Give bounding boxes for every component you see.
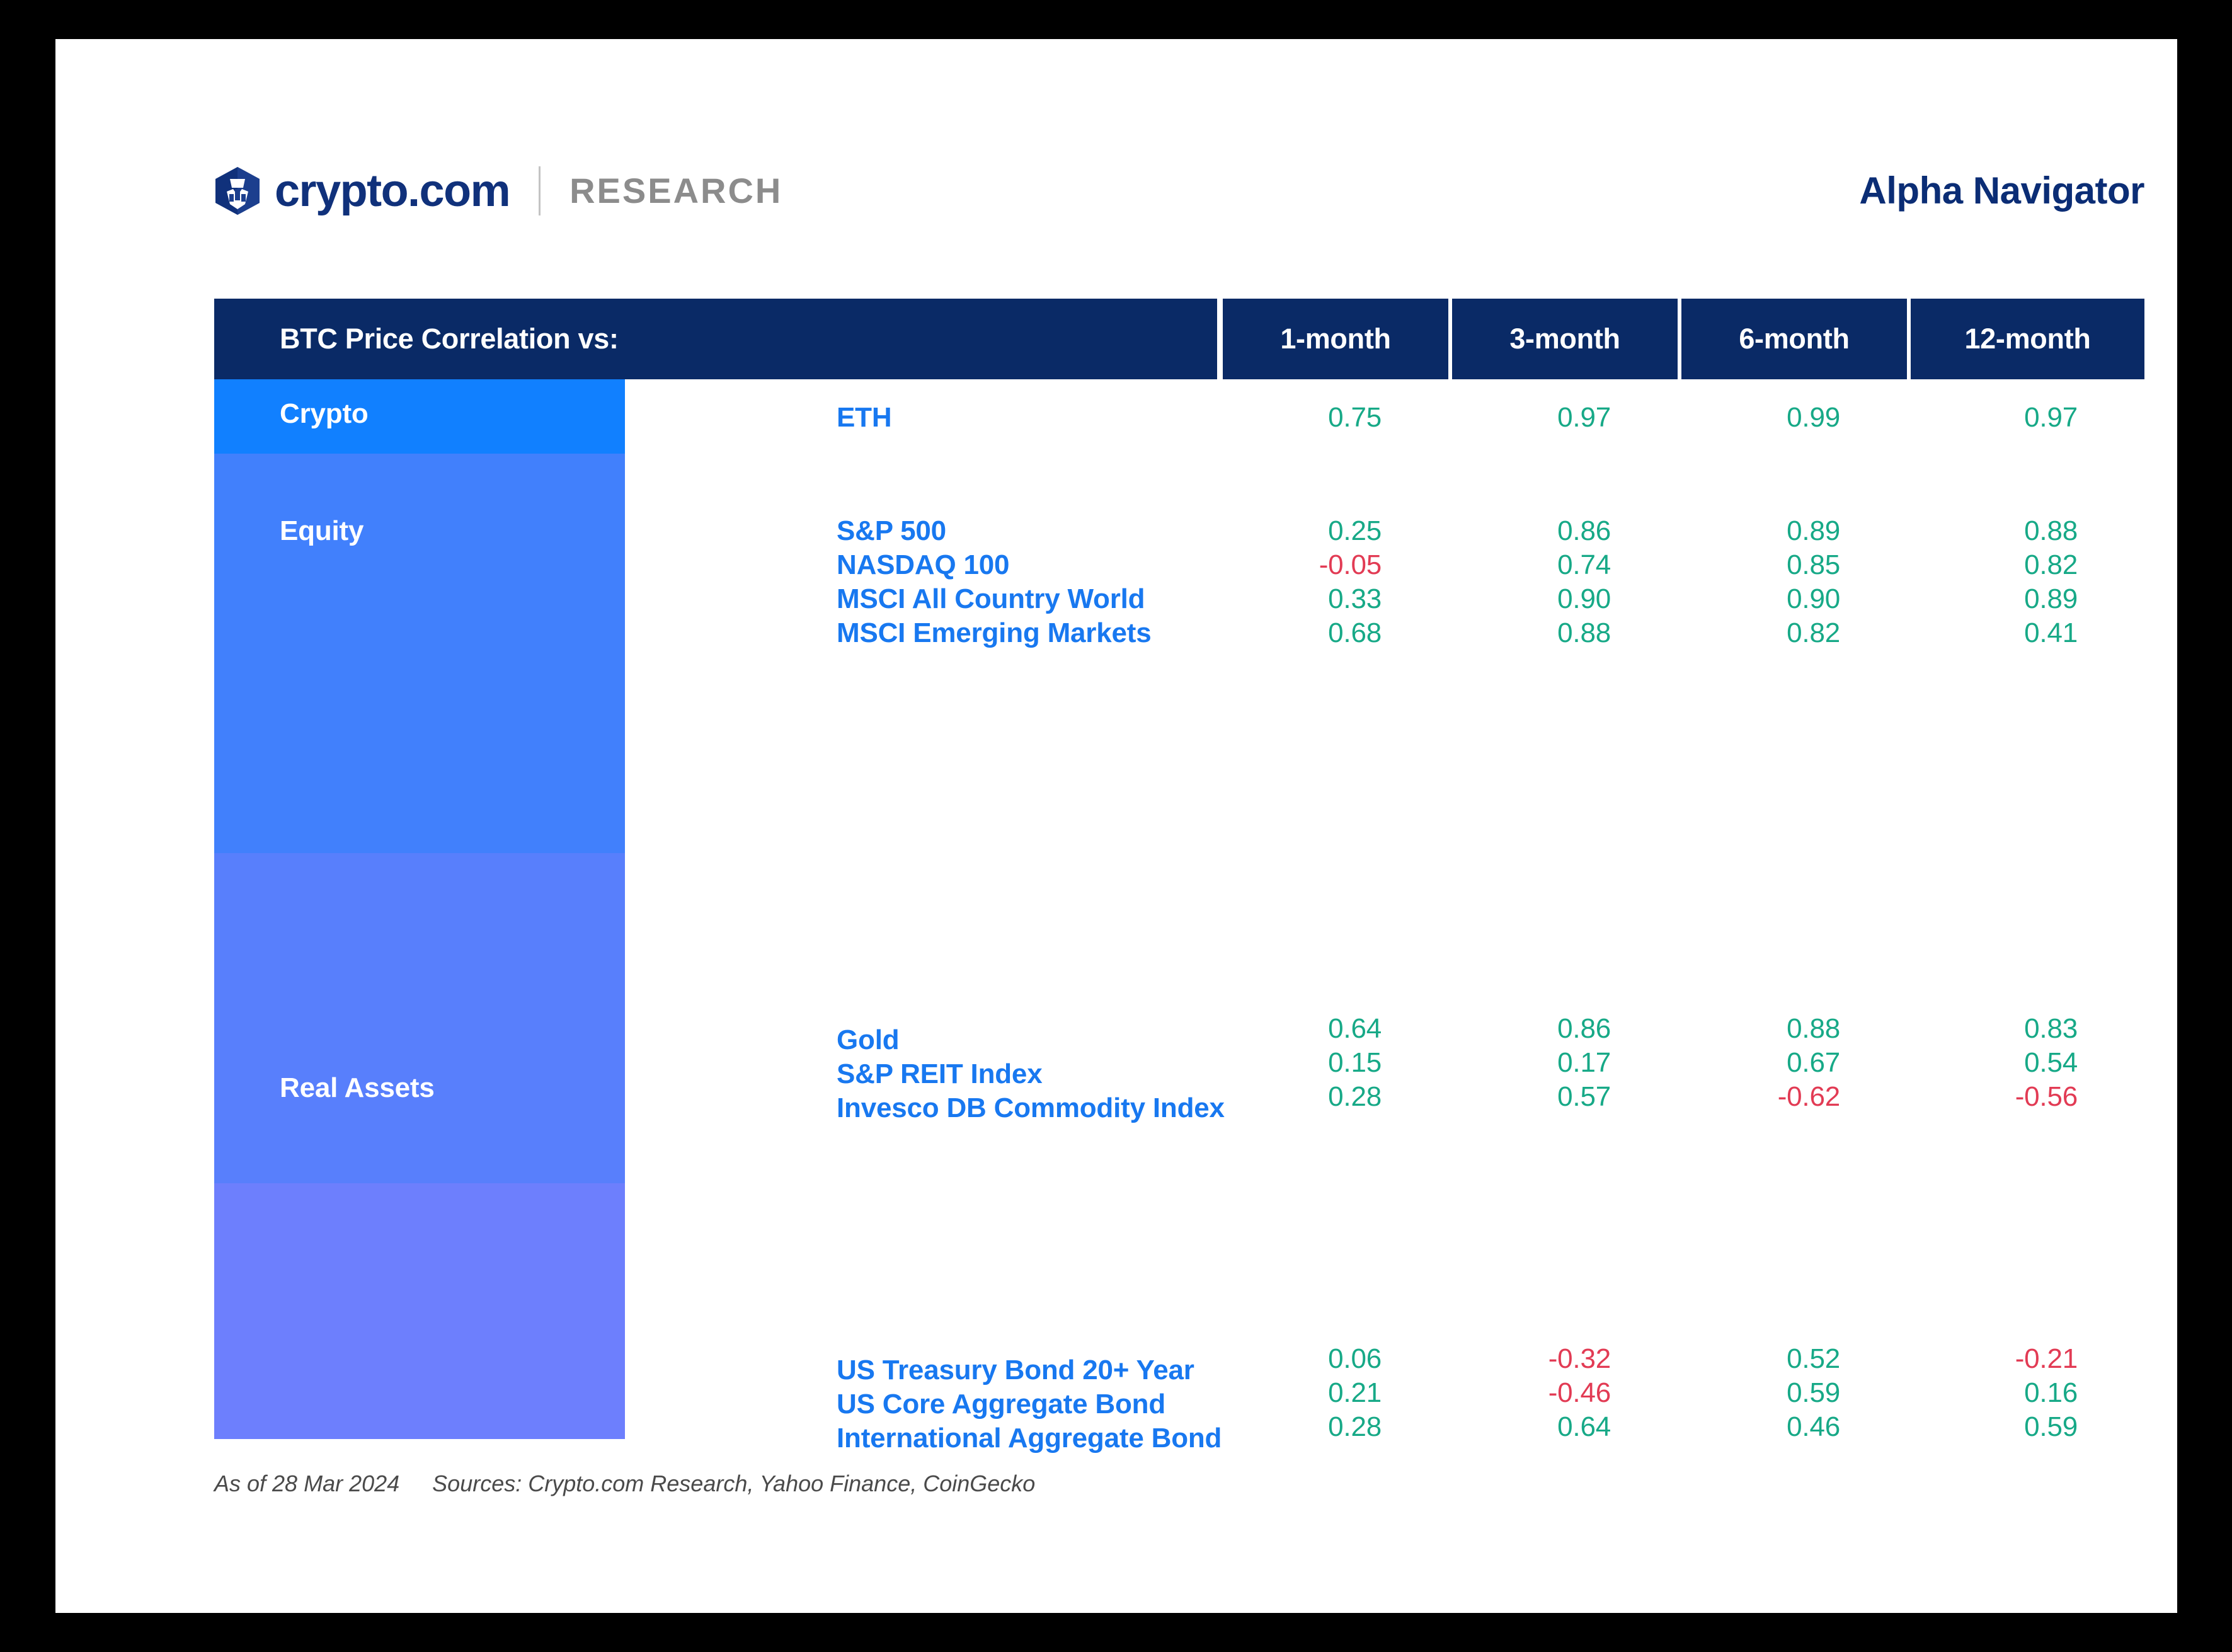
row-label: NASDAQ 100 xyxy=(837,549,1010,580)
correlation-value: -0.46 xyxy=(1548,1377,1611,1408)
sources-text: Sources: Crypto.com Research, Yahoo Fina… xyxy=(432,1471,1036,1496)
data-rows-area: ETH 0.75 0.97 0.99 0.97 S&P 500 0.25 0.86 0.89 0.… xyxy=(625,379,2144,1454)
correlation-value: -0.56 xyxy=(2015,1081,2078,1112)
correlation-value: 0.64 xyxy=(1557,1411,1611,1442)
correlation-value: 0.99 xyxy=(1787,402,1840,433)
correlation-value: 0.88 xyxy=(1557,617,1611,648)
correlation-value: 0.57 xyxy=(1557,1081,1611,1112)
row-label: S&P 500 xyxy=(837,515,946,546)
table-row[interactable]: International Aggregate Bond 0.28 0.64 0.46… xyxy=(625,1411,2144,1468)
column-header-3-month: 3-month xyxy=(1452,299,1678,379)
correlation-value: -0.62 xyxy=(1777,1081,1840,1112)
correlation-value: 0.90 xyxy=(1557,583,1611,614)
correlation-value: 0.28 xyxy=(1328,1411,1382,1442)
correlation-value: 0.17 xyxy=(1557,1047,1611,1078)
row-label: ETH xyxy=(837,402,892,433)
correlation-value: 0.97 xyxy=(2024,402,2078,433)
footer-note: As of 28 Mar 2024 Sources: Crypto.com Re… xyxy=(214,1471,1035,1497)
as-of-date: As of 28 Mar 2024 xyxy=(214,1471,400,1496)
table-row[interactable]: MSCI Emerging Markets 0.68 0.88 0.82 0.41 xyxy=(625,617,2144,663)
correlation-value: 0.15 xyxy=(1328,1047,1382,1078)
category-column: Crypto Equity Real Assets Fixed Income xyxy=(214,379,625,1563)
category-band: Fixed Income xyxy=(214,1183,625,1563)
category-band: Crypto xyxy=(214,379,625,454)
correlation-value: -0.32 xyxy=(1548,1343,1611,1374)
correlation-value: 0.89 xyxy=(1787,515,1840,546)
correlation-value: 0.85 xyxy=(1787,549,1840,580)
correlation-value: -0.05 xyxy=(1319,549,1382,580)
correlation-value: 0.59 xyxy=(2024,1411,2078,1442)
correlation-value: 0.82 xyxy=(2024,549,2078,580)
correlation-value: 0.86 xyxy=(1557,515,1611,546)
correlation-value: 0.64 xyxy=(1328,1013,1382,1044)
correlation-value: 0.28 xyxy=(1328,1081,1382,1112)
correlation-value: 0.52 xyxy=(1787,1343,1840,1374)
table-row[interactable]: Invesco DB Commodity Index 0.28 0.57 -0.62-… xyxy=(625,1081,2144,1138)
row-label: MSCI Emerging Markets xyxy=(837,617,1152,648)
correlation-value: 0.25 xyxy=(1328,515,1382,546)
correlation-value: 0.33 xyxy=(1328,583,1382,614)
row-label: Gold xyxy=(837,1024,900,1055)
research-label: RESEARCH xyxy=(569,171,783,210)
category-label: Real Assets xyxy=(280,1072,435,1103)
correlation-value: 0.88 xyxy=(1787,1013,1840,1044)
correlation-value: 0.82 xyxy=(1787,617,1840,648)
column-header-1-month: 1-month xyxy=(1223,299,1448,379)
correlation-value: 0.74 xyxy=(1557,549,1611,580)
logo-divider xyxy=(539,166,541,215)
correlation-value: -0.21 xyxy=(2015,1343,2078,1374)
correlation-value: 0.59 xyxy=(1787,1377,1840,1408)
correlation-value: 0.75 xyxy=(1328,402,1382,433)
correlation-value: 0.54 xyxy=(2024,1047,2078,1078)
report-title: Alpha Navigator xyxy=(1859,169,2144,212)
correlation-value: 0.86 xyxy=(1557,1013,1611,1044)
correlation-value: 0.97 xyxy=(1557,402,1611,433)
correlation-table: BTC Price Correlation vs: 1-month 3-mont… xyxy=(214,299,2144,1563)
column-header-12-month: 12-month xyxy=(1911,299,2144,379)
row-label: S&P REIT Index xyxy=(837,1058,1043,1089)
row-label: MSCI All Country World xyxy=(837,583,1145,614)
report-page: crypto.com RESEARCH Alpha Navigator BTC … xyxy=(55,39,2177,1613)
brand-header: crypto.com RESEARCH Alpha Navigator xyxy=(214,156,2144,226)
correlation-value: 0.06 xyxy=(1328,1343,1382,1374)
table-title: BTC Price Correlation vs: xyxy=(280,323,619,355)
correlation-value: 0.89 xyxy=(2024,583,2078,614)
category-band: Real Assets xyxy=(214,853,625,1183)
correlation-value: 0.88 xyxy=(2024,515,2078,546)
table-title-cell: BTC Price Correlation vs: xyxy=(214,299,1217,379)
correlation-value: 0.83 xyxy=(2024,1013,2078,1044)
correlation-value: 0.90 xyxy=(1787,583,1840,614)
correlation-value: 0.68 xyxy=(1328,617,1382,648)
category-label: Crypto xyxy=(280,398,369,429)
table-header-row: BTC Price Correlation vs: 1-month 3-mont… xyxy=(214,299,2144,379)
category-band: Equity xyxy=(214,454,625,853)
category-label: Equity xyxy=(280,515,364,546)
correlation-value: 0.41 xyxy=(2024,617,2078,648)
crypto-com-diamond-icon xyxy=(214,166,261,215)
correlation-value: 0.46 xyxy=(1787,1411,1840,1442)
crypto-com-research-logo: crypto.com RESEARCH xyxy=(214,166,782,215)
row-label: US Core Aggregate Bond xyxy=(837,1389,1166,1420)
logo-wordmark: crypto.com xyxy=(275,166,511,216)
column-header-6-month: 6-month xyxy=(1681,299,1907,379)
correlation-value: 0.16 xyxy=(2024,1377,2078,1408)
table-row[interactable]: ETH 0.75 0.97 0.99 0.97 xyxy=(625,402,2144,447)
row-label: US Treasury Bond 20+ Year xyxy=(837,1355,1194,1385)
correlation-value: 0.21 xyxy=(1328,1377,1382,1408)
correlation-value: 0.67 xyxy=(1787,1047,1840,1078)
category-label: Fixed Income xyxy=(280,1532,455,1563)
